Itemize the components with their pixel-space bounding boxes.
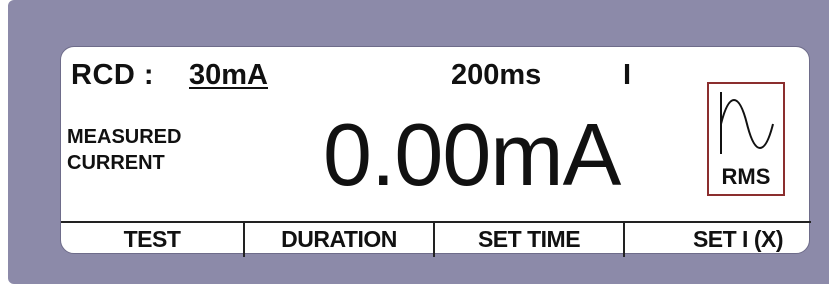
instrument-bezel: RCD : 30mA 200ms I MEASURED CURRENT 0.00… [8, 0, 829, 284]
softkey-set-time[interactable]: SET TIME [435, 223, 623, 255]
softkey-duration[interactable]: DURATION [245, 223, 433, 255]
rms-label: RMS [721, 164, 771, 189]
measured-reading: 0.00mA [323, 105, 621, 204]
measured-current-label: MEASURED CURRENT [67, 124, 181, 176]
softkey-set-i-x[interactable]: SET I (X) [625, 223, 811, 255]
lcd-screen: RCD : 30mA 200ms I MEASURED CURRENT 0.00… [60, 46, 811, 257]
measured-label-line2: CURRENT [67, 152, 165, 174]
rms-indicator: RMS [707, 82, 785, 196]
measured-label-line1: MEASURED [67, 126, 182, 148]
rcd-label: RCD : [71, 59, 155, 91]
mode-indicator: I [623, 59, 632, 91]
rcd-current-value: 30mA [189, 59, 268, 91]
duration-value: 200ms [451, 59, 542, 91]
softkey-test[interactable]: TEST [61, 223, 243, 255]
softkey-bar: TEST DURATION SET TIME SET I (X) [61, 221, 811, 257]
